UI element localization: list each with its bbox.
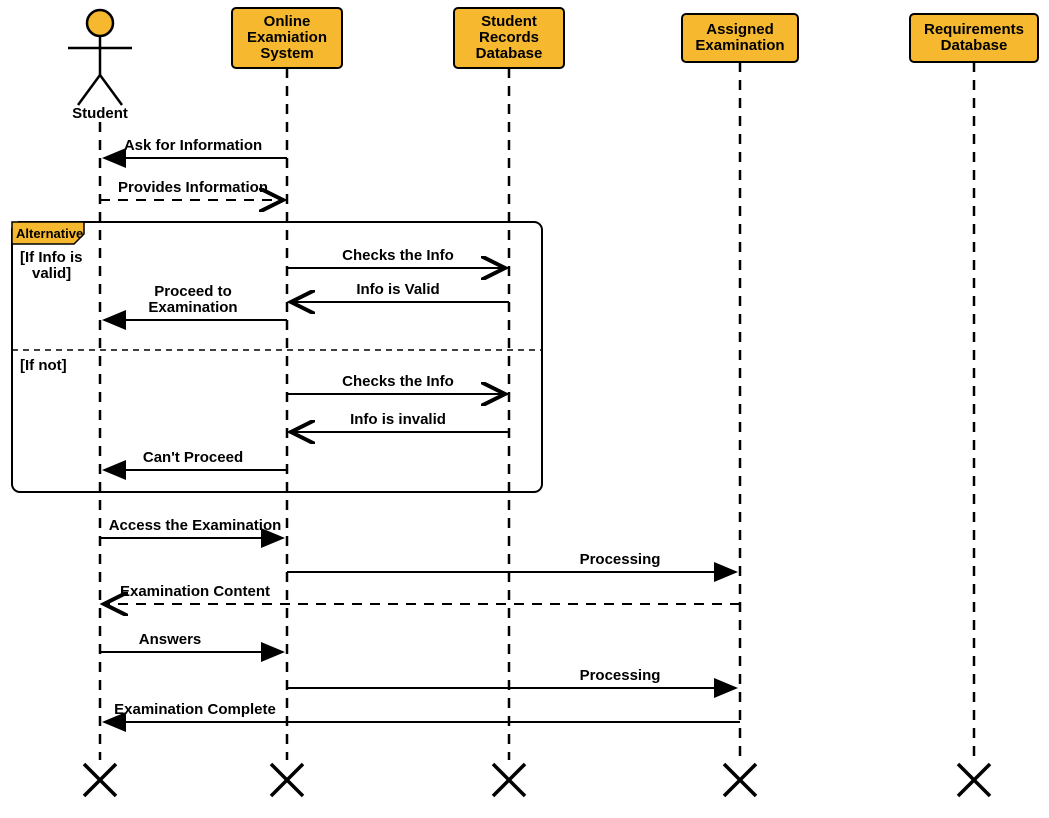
svg-text:Can't Proceed: Can't Proceed bbox=[143, 449, 243, 466]
participant-assigned-exam: Assigned Examination bbox=[682, 14, 798, 62]
actor-student: Student bbox=[68, 10, 132, 122]
svg-text:Student: Student bbox=[481, 13, 537, 30]
alt-guard2: [If not] bbox=[20, 357, 67, 374]
svg-text:Info is Valid: Info is Valid bbox=[356, 281, 439, 298]
msg-proceed: Proceed to Examination bbox=[104, 283, 287, 320]
svg-text:Checks the Info: Checks the Info bbox=[342, 247, 454, 264]
svg-text:Examination: Examination bbox=[695, 37, 784, 54]
msg-info-valid: Info is Valid bbox=[291, 281, 509, 302]
svg-text:Provides Information: Provides Information bbox=[118, 179, 268, 196]
svg-text:Processing: Processing bbox=[580, 551, 661, 568]
svg-text:Assigned: Assigned bbox=[706, 21, 774, 38]
svg-text:Examination Content: Examination Content bbox=[120, 583, 270, 600]
alt-frame: Alternative [If Info is valid] [If not] bbox=[12, 222, 542, 492]
svg-text:Ask for Information: Ask for Information bbox=[124, 137, 262, 154]
alt-guard1b: valid] bbox=[32, 265, 71, 282]
msg-cant-proceed: Can't Proceed bbox=[104, 449, 287, 470]
svg-text:Answers: Answers bbox=[139, 631, 202, 648]
participant-requirements-db: Requirements Database bbox=[910, 14, 1038, 62]
participant-online-exam-system: Online Examiation System bbox=[232, 8, 342, 68]
sequence-diagram: Student Online Examiation System Student… bbox=[0, 0, 1049, 818]
terminator-records bbox=[493, 764, 525, 796]
svg-text:Records: Records bbox=[479, 29, 539, 46]
actor-label: Student bbox=[72, 105, 128, 122]
svg-text:Requirements: Requirements bbox=[924, 21, 1024, 38]
svg-text:Database: Database bbox=[941, 37, 1008, 54]
msg-provides-info: Provides Information bbox=[100, 179, 283, 200]
terminator-requirements bbox=[958, 764, 990, 796]
msg-answers: Answers bbox=[100, 631, 283, 652]
msg-exam-complete: Examination Complete bbox=[104, 701, 740, 722]
svg-text:Access the Examination: Access the Examination bbox=[109, 517, 282, 534]
svg-text:Online: Online bbox=[264, 13, 311, 30]
svg-text:Database: Database bbox=[476, 45, 543, 62]
msg-info-invalid: Info is invalid bbox=[291, 411, 509, 432]
msg-processing-2: Processing bbox=[287, 667, 736, 688]
svg-text:Examination: Examination bbox=[148, 299, 237, 316]
alt-tag: Alternative bbox=[16, 226, 83, 241]
svg-text:Processing: Processing bbox=[580, 667, 661, 684]
terminator-student bbox=[84, 764, 116, 796]
alt-guard1: [If Info is bbox=[20, 249, 83, 266]
svg-text:System: System bbox=[260, 45, 313, 62]
svg-text:Proceed to: Proceed to bbox=[154, 283, 232, 300]
msg-exam-content: Examination Content bbox=[104, 583, 740, 604]
terminator-assigned bbox=[724, 764, 756, 796]
msg-ask-for-info: Ask for Information bbox=[104, 137, 287, 158]
terminator-system bbox=[271, 764, 303, 796]
svg-text:Info is invalid: Info is invalid bbox=[350, 411, 446, 428]
msg-checks-info-1: Checks the Info bbox=[287, 247, 505, 268]
svg-text:Checks the Info: Checks the Info bbox=[342, 373, 454, 390]
msg-checks-info-2: Checks the Info bbox=[287, 373, 505, 394]
msg-processing-1: Processing bbox=[287, 551, 736, 572]
svg-text:Examiation: Examiation bbox=[247, 29, 327, 46]
participant-student-records-db: Student Records Database bbox=[454, 8, 564, 68]
msg-access-exam: Access the Examination bbox=[100, 517, 283, 538]
svg-text:Examination Complete: Examination Complete bbox=[114, 701, 276, 718]
